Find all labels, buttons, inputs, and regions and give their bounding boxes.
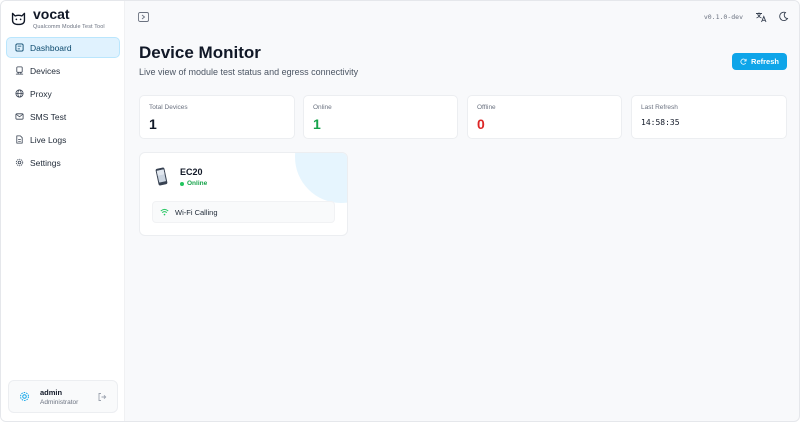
stat-label: Offline [477,104,496,111]
device-name: EC20 [180,167,203,177]
page-subtitle: Live view of module test status and egre… [139,67,359,77]
sidebar-item-settings[interactable]: Settings [6,152,120,173]
stat-value: 1 [313,116,321,132]
sidebar-item-proxy[interactable]: Proxy [6,83,120,104]
version-label: v0.1.0-dev [703,13,743,21]
phone-icon [155,167,168,186]
wifi-icon [160,208,169,216]
topbar: v0.1.0-dev [125,1,799,32]
dashboard-icon [15,43,24,52]
card-decoration [295,153,347,203]
status-text: Online [187,180,208,187]
globe-icon [15,89,24,98]
sidebar-item-dashboard[interactable]: Dashboard [6,37,120,58]
stat-label: Last Refresh [641,104,678,111]
stat-total-devices: Total Devices 1 [139,95,295,139]
moon-icon[interactable] [778,11,789,22]
user-settings-icon [20,392,29,401]
page-title: Device Monitor [139,43,261,62]
gear-icon [15,158,24,167]
user-name: admin [40,387,63,397]
brand: vocat Qualcomm Module Test Tool [10,7,105,30]
stat-value: 0 [477,116,485,132]
feature-item: Wi-Fi Calling [152,201,335,223]
file-icon [16,135,23,144]
device-card[interactable]: EC20 Online Wi-Fi Calling [139,152,348,236]
logout-icon[interactable] [97,392,107,402]
stat-value: 1 [149,116,157,132]
stat-online: Online 1 [303,95,458,139]
translate-icon[interactable] [755,11,767,23]
sidebar-item-label: Settings [30,157,61,168]
sidebar-item-label: Devices [30,65,61,76]
sidebar-item-label: Live Logs [30,134,67,145]
stat-label: Online [313,104,332,111]
sidebar-nav: Dashboard Devices Proxy SMS Test Live Lo… [6,37,120,175]
brand-subtitle: Qualcomm Module Test Tool [33,24,105,30]
refresh-label: Refresh [751,57,779,66]
stat-value: 14:58:35 [641,118,680,127]
devices-icon [15,66,24,75]
user-role: Administrator [40,398,79,406]
refresh-icon [740,58,747,65]
sidebar-item-devices[interactable]: Devices [6,60,120,81]
mail-icon [15,113,24,120]
sidebar-toggle-icon[interactable] [138,12,149,22]
sidebar-item-sms-test[interactable]: SMS Test [6,106,120,127]
user-card[interactable]: admin Administrator [8,380,118,413]
stat-offline: Offline 0 [467,95,622,139]
sidebar-item-label: SMS Test [30,111,67,122]
sidebar-item-label: Dashboard [30,42,72,53]
sidebar: vocat Qualcomm Module Test Tool Dashboar… [1,1,125,421]
app-window: vocat Qualcomm Module Test Tool Dashboar… [0,0,800,422]
status-dot-icon [180,181,184,186]
status-badge: Online [180,180,207,187]
stat-label: Total Devices [149,104,188,111]
brand-name: vocat [33,6,70,22]
cat-logo-icon [11,12,26,26]
sidebar-item-live-logs[interactable]: Live Logs [6,129,120,150]
stat-last-refresh: Last Refresh 14:58:35 [631,95,787,139]
sidebar-item-label: Proxy [30,88,52,99]
refresh-button[interactable]: Refresh [732,53,787,70]
feature-label: Wi-Fi Calling [175,207,218,217]
